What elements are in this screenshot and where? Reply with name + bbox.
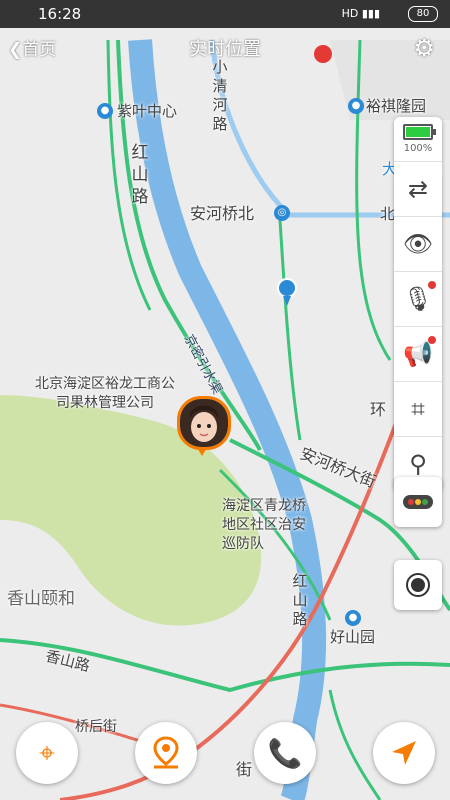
call-button[interactable]: 📞 — [254, 722, 316, 784]
device-location-button[interactable] — [135, 722, 197, 784]
device-battery: 100% — [394, 117, 442, 162]
metro-icon: ◎ — [274, 205, 290, 221]
map-label-hongshan-road-top: 红山路 — [131, 143, 149, 207]
battery-fill — [406, 127, 430, 137]
traffic-toggle-button[interactable] — [394, 477, 442, 527]
map-pin-icon — [153, 736, 179, 769]
poi-icon: ● — [97, 103, 113, 119]
notification-dot — [428, 281, 436, 289]
map-label-yuqi: 裕祺隆园 — [366, 97, 427, 115]
record-button[interactable] — [394, 560, 442, 610]
map-label-bei: 北 — [380, 205, 396, 223]
tool-panel: 100% ⇄ 👁 🎙 📢 ⌗ ⚲ — [394, 117, 442, 491]
gear-icon[interactable]: ⚙ — [413, 34, 435, 62]
fence-icon: ⌗ — [411, 395, 425, 423]
swap-icon: ⇄ — [407, 175, 429, 203]
locate-target-button[interactable]: ⌖ — [16, 722, 78, 784]
top-bar: ❮首页 实时位置 ⚙ — [0, 28, 450, 68]
map-label-zizhong: 紫叶中心 — [117, 102, 178, 120]
status-battery: 80 — [408, 6, 438, 22]
battery-icon — [403, 124, 436, 140]
fence-button[interactable]: ⌗ — [394, 382, 442, 437]
broadcast-button[interactable]: 📢 — [394, 327, 442, 382]
map-label-anheqiao-north: 安河桥北 — [190, 204, 255, 223]
status-bar: 16:28 HD ▮▮▮ 80 — [0, 0, 450, 28]
eye-icon: 👁 — [402, 230, 434, 258]
map-label-forest-admin: 北京海淀区裕龙工商公司果林管理公司 — [35, 376, 175, 411]
location-pin-icon: ⚲ — [409, 450, 427, 478]
map-label-xiaoqing-river: 小清河路 — [212, 58, 228, 133]
swap-button[interactable]: ⇄ — [394, 162, 442, 217]
map-label-police: 海淀区青龙桥地区社区治安巡防队 — [222, 498, 306, 552]
poi-icon: ● — [348, 98, 364, 114]
map-label-huan: 环 — [370, 400, 387, 419]
poi-icon: ● — [345, 610, 361, 626]
map-label-haoshan: 好山园 — [330, 628, 376, 646]
map-label-qiaohou: 桥后街 — [75, 719, 117, 735]
monitor-button[interactable]: 👁 — [394, 217, 442, 272]
map-label-jie: 街 — [236, 760, 253, 779]
voice-button[interactable]: 🎙 — [394, 272, 442, 327]
signal-icon: HD ▮▮▮ — [341, 7, 380, 20]
notification-dot — [428, 336, 436, 344]
traffic-light-icon — [403, 495, 433, 509]
battery-percent: 100% — [403, 143, 433, 154]
map-label-hongshan-road-bottom: 红山路 — [292, 572, 308, 628]
navigate-icon — [392, 741, 416, 765]
target-icon: ⌖ — [39, 736, 55, 769]
microphone-icon: 🎙 — [402, 285, 434, 313]
map-label-xiangshan-yihe: 香山颐和 — [7, 589, 75, 609]
phone-icon: 📞 — [267, 736, 303, 770]
page-title: 实时位置 — [189, 39, 261, 60]
avatar-face-icon — [180, 399, 228, 447]
record-icon — [406, 573, 430, 597]
child-avatar-marker[interactable] — [177, 396, 231, 450]
status-time: 16:28 — [38, 5, 82, 23]
navigate-button[interactable] — [373, 722, 435, 784]
megaphone-icon: 📢 — [403, 340, 433, 368]
